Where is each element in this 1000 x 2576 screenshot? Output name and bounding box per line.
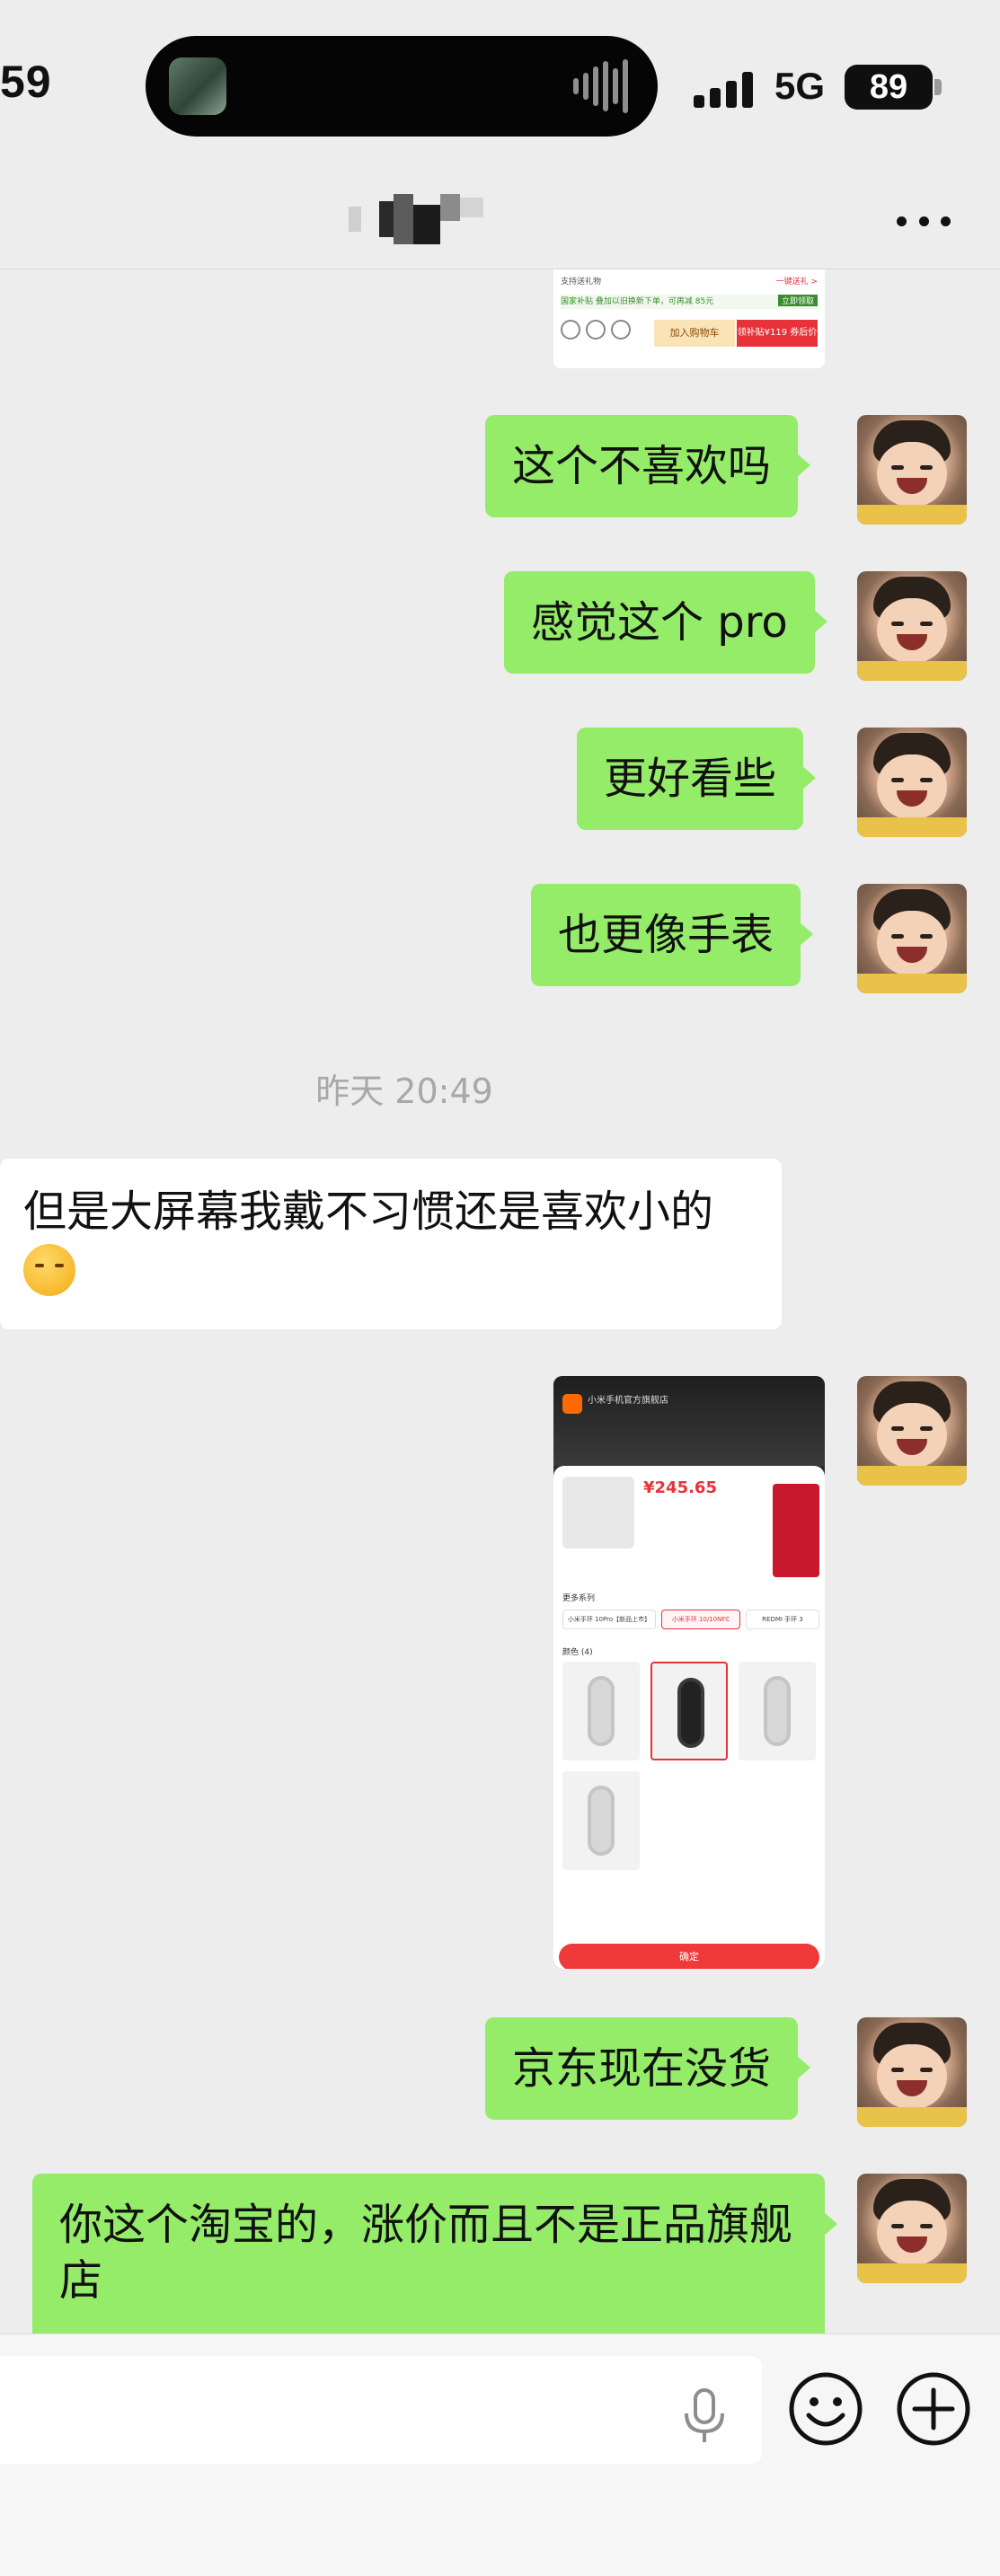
avatar[interactable] (857, 415, 967, 525)
shot-color-card (562, 1662, 640, 1760)
avatar[interactable] (857, 2017, 967, 2127)
shot-store-header: 小米手机官方旗舰店 (553, 1376, 825, 1466)
avatar[interactable] (857, 884, 967, 993)
message-bubble-outgoing[interactable]: 更好看些 (577, 728, 817, 830)
shot-product-image (562, 1477, 634, 1548)
shot-confirm-button: 确定 (559, 1944, 819, 1969)
shot-price: ¥245.65 (643, 1478, 717, 1497)
status-bar: 59 5G 89 (0, 0, 1000, 171)
more-icon[interactable] (897, 203, 951, 239)
input-bar (0, 2333, 1000, 2576)
mic-icon[interactable] (679, 2386, 730, 2444)
message-bubble-outgoing[interactable]: 京东现在没货 (485, 2017, 811, 2120)
image-message-screenshot[interactable]: 小米手机官方旗舰店 ¥245.65 更多系列 小米手环 10Pro【新品上市】 … (553, 1376, 825, 1969)
message-bubble-outgoing[interactable]: 感觉这个 pro (504, 571, 827, 674)
battery-tip (934, 79, 942, 95)
dynamic-island[interactable] (146, 36, 658, 137)
timestamp: 昨天 20:49 (315, 1072, 493, 1111)
shot-chip: REDMI 手环 3 (746, 1610, 819, 1629)
shot-color-card (562, 1771, 640, 1870)
shot-promo-banner (773, 1484, 819, 1577)
shot-color-card-selected (650, 1662, 728, 1760)
avatar[interactable] (857, 571, 967, 681)
message-text: 但是大屏幕我戴不习惯还是喜欢小的 (23, 1187, 714, 1237)
pensive-face-icon (23, 1244, 75, 1296)
avatar[interactable] (857, 728, 967, 837)
avatar[interactable] (857, 1376, 967, 1486)
message-bubble-incoming[interactable]: 但是大屏幕我戴不习惯还是喜欢小的 (0, 1159, 782, 1329)
message-list[interactable]: 支持送礼物 一键送礼 > 国家补贴 叠加以旧换新下单，可再减 85元 立即领取 … (0, 269, 1000, 2362)
status-time: 59 (0, 57, 52, 107)
message-bubble-outgoing[interactable]: 这个不喜欢吗 (485, 415, 811, 517)
shot-section-series: 更多系列 (562, 1594, 596, 1603)
network-label: 5G (774, 65, 826, 107)
shot-store-title: 小米手机官方旗舰店 (588, 1396, 668, 1406)
shot-chip-selected: 小米手环 10/10NFC (661, 1610, 740, 1629)
chat-title-redacted[interactable] (349, 194, 483, 244)
signal-icon (694, 70, 757, 108)
image-message-screenshot[interactable]: 支持送礼物 一键送礼 > 国家补贴 叠加以旧换新下单，可再减 85元 立即领取 … (553, 269, 825, 368)
store-logo-icon (562, 1394, 582, 1414)
now-playing-artwork (169, 57, 226, 115)
message-bubble-outgoing[interactable]: 也更像手表 (531, 884, 814, 986)
audio-wave-icon (573, 59, 633, 113)
shot-chip: 小米手环 10Pro【新品上市】 (562, 1610, 656, 1629)
message-input[interactable] (0, 2356, 762, 2464)
shot-sku-sheet: ¥245.65 更多系列 小米手环 10Pro【新品上市】 小米手环 10/10… (553, 1466, 825, 1969)
shot-buy-now: 领补贴¥119 券后价 (737, 320, 818, 347)
shot-shop-icons (561, 320, 647, 350)
battery-icon: 89 (845, 65, 933, 110)
shot-add-cart: 加入购物车 (654, 320, 735, 347)
smile-icon[interactable] (787, 2370, 864, 2448)
shot-row-subsidy: 国家补贴 叠加以旧换新下单，可再减 85元 立即领取 (561, 295, 818, 309)
chat-header (0, 171, 1000, 269)
shot-row-gift: 支持送礼物 一键送礼 > (561, 278, 818, 287)
shot-section-color: 颜色 (4) (562, 1648, 593, 1657)
plus-icon[interactable] (895, 2370, 972, 2448)
shot-color-card (739, 1662, 816, 1760)
avatar[interactable] (857, 2174, 967, 2283)
